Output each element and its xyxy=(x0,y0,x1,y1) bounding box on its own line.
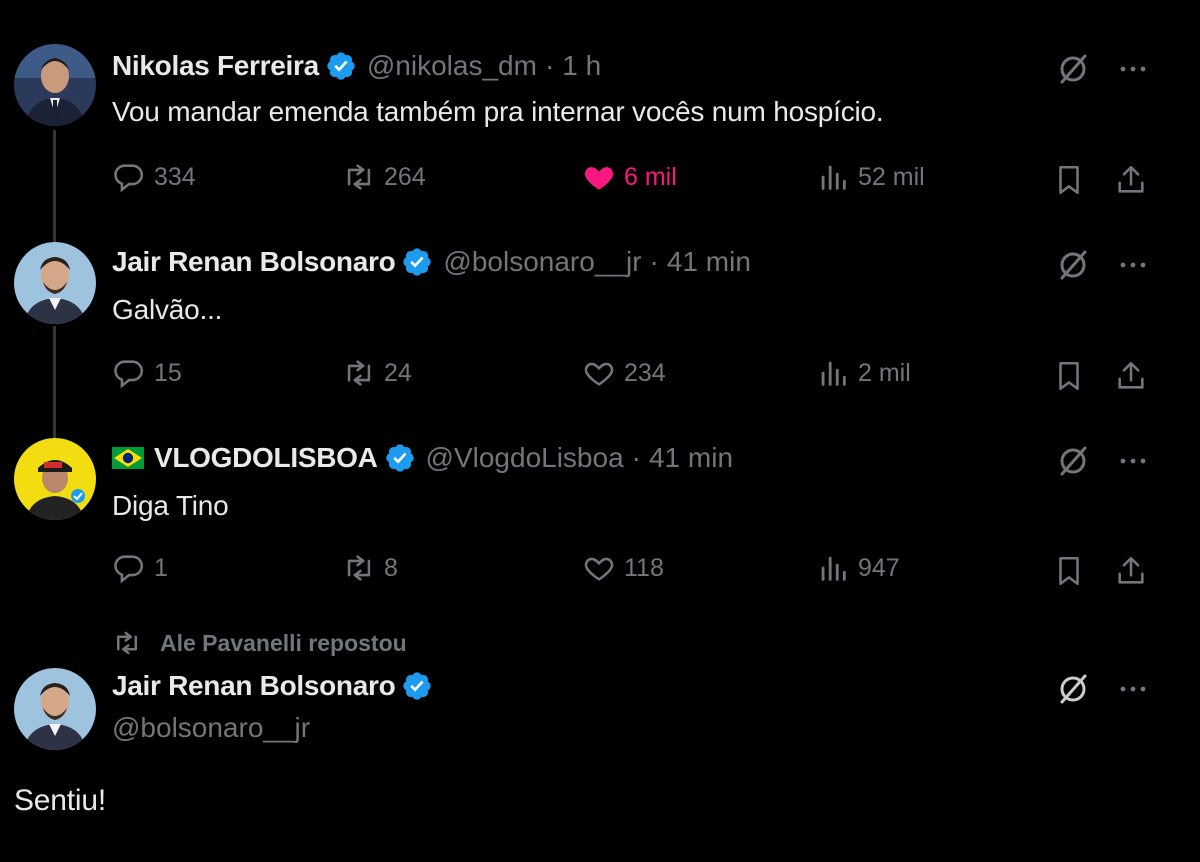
brazil-flag-icon xyxy=(112,447,144,469)
like-count: 118 xyxy=(624,553,664,582)
tweet-header: VLOGDOLISBOA @VlogdoLisboa · 41 min xyxy=(112,442,733,474)
share-icon[interactable] xyxy=(1114,163,1148,197)
repost-count: 8 xyxy=(384,553,398,582)
views-icon xyxy=(821,361,846,386)
like-button[interactable]: 234 xyxy=(582,356,666,390)
reply-button[interactable]: 1 xyxy=(112,551,168,585)
repost-icon xyxy=(117,631,137,655)
verified-icon xyxy=(403,248,432,276)
thread-line xyxy=(53,326,56,444)
like-icon xyxy=(584,167,614,190)
verified-icon xyxy=(385,444,414,472)
tweet-actions: 1 8 118 947 xyxy=(112,551,1152,591)
tweet-top-icons xyxy=(1056,444,1150,478)
share-icon[interactable] xyxy=(1114,359,1148,393)
repost-button[interactable]: 8 xyxy=(342,551,398,585)
like-icon xyxy=(584,362,614,386)
more-icon[interactable] xyxy=(1116,248,1150,282)
grok-icon[interactable] xyxy=(1056,444,1090,478)
tweet-header: Nikolas Ferreira @nikolas_dm · 1 h xyxy=(112,50,601,82)
main-tweet[interactable]: Jair Renan Bolsonaro @bolsonaro__jr Sent… xyxy=(0,0,1200,817)
repost-icon xyxy=(347,360,371,386)
avatar[interactable] xyxy=(14,44,96,126)
separator: · xyxy=(649,246,659,277)
repost-button[interactable]: 264 xyxy=(342,160,426,194)
views-button[interactable]: 2 mil xyxy=(816,356,911,390)
avatar[interactable] xyxy=(14,438,96,520)
tweet-text: Sentiu! xyxy=(14,784,106,817)
reply-count: 15 xyxy=(154,358,182,387)
repost-count: 24 xyxy=(384,358,412,387)
like-icon xyxy=(584,557,614,581)
timestamp[interactable]: 41 min xyxy=(667,246,751,278)
like-count: 6 mil xyxy=(624,162,677,191)
tweet-text: Vou mandar emenda também pra internar vo… xyxy=(112,96,884,127)
tweet-1[interactable]: Nikolas Ferreira @nikolas_dm · 1 h Vou m… xyxy=(0,0,1200,220)
views-count: 947 xyxy=(858,553,900,582)
views-count: 2 mil xyxy=(858,358,911,387)
more-icon[interactable] xyxy=(1116,672,1150,706)
tweet-top-icons xyxy=(1056,672,1150,706)
share-icon[interactable] xyxy=(1114,554,1148,588)
author-handle[interactable]: @bolsonaro__jr xyxy=(443,246,641,278)
bookmark-icon[interactable] xyxy=(1052,163,1086,197)
bookmark-icon[interactable] xyxy=(1052,554,1086,588)
separator: · xyxy=(544,50,555,81)
reply-button[interactable]: 15 xyxy=(112,356,182,390)
tweet-text: Galvão... xyxy=(112,294,223,325)
verified-icon xyxy=(327,52,355,80)
tweet-top-icons xyxy=(1056,248,1150,282)
tweet-actions: 334 264 6 mil 52 mil xyxy=(112,160,1152,200)
reply-icon xyxy=(114,555,144,584)
author-name[interactable]: Jair Renan Bolsonaro xyxy=(112,246,396,278)
timestamp[interactable]: 41 min xyxy=(649,442,733,474)
views-count: 52 mil xyxy=(858,162,925,191)
views-icon xyxy=(821,556,846,581)
avatar[interactable] xyxy=(14,668,96,750)
repost-note-text: Ale Pavanelli repostou xyxy=(160,629,407,656)
reply-icon xyxy=(114,360,144,389)
views-button[interactable]: 52 mil xyxy=(816,160,925,194)
verified-icon xyxy=(403,672,432,700)
like-button[interactable]: 6 mil xyxy=(582,160,677,194)
tweet-top-icons xyxy=(1056,52,1150,86)
author-name[interactable]: VLOGDOLISBOA xyxy=(154,442,378,474)
views-icon xyxy=(821,165,846,190)
author-handle[interactable]: @VlogdoLisboa xyxy=(426,442,624,474)
author-name[interactable]: Nikolas Ferreira xyxy=(112,50,319,82)
tweet-header: Jair Renan Bolsonaro xyxy=(112,670,443,702)
timestamp[interactable]: 1 h xyxy=(562,50,601,82)
like-button[interactable]: 118 xyxy=(582,551,664,585)
author-handle[interactable]: @nikolas_dm xyxy=(367,50,537,82)
author-name[interactable]: Jair Renan Bolsonaro xyxy=(112,670,396,702)
reply-button[interactable]: 334 xyxy=(112,160,196,194)
grok-icon[interactable] xyxy=(1056,248,1090,282)
tweet-actions: 15 24 234 2 mil xyxy=(112,356,1152,396)
reply-count: 1 xyxy=(154,553,168,582)
grok-icon[interactable] xyxy=(1056,672,1090,706)
like-count: 234 xyxy=(624,358,666,387)
repost-count: 264 xyxy=(384,162,426,191)
author-handle[interactable]: @bolsonaro__jr xyxy=(112,712,310,744)
repost-note[interactable]: Ale Pavanelli repostou xyxy=(112,628,407,658)
views-button[interactable]: 947 xyxy=(816,551,900,585)
separator: · xyxy=(631,442,641,473)
reply-icon xyxy=(114,164,144,193)
main-tweet-handle-row: @bolsonaro__jr xyxy=(112,712,310,744)
repost-icon xyxy=(347,164,371,190)
tweet-header: Jair Renan Bolsonaro @bolsonaro__jr · 41… xyxy=(112,246,751,278)
more-icon[interactable] xyxy=(1116,52,1150,86)
repost-button[interactable]: 24 xyxy=(342,356,412,390)
bookmark-icon[interactable] xyxy=(1052,359,1086,393)
more-icon[interactable] xyxy=(1116,444,1150,478)
avatar[interactable] xyxy=(14,242,96,324)
reply-count: 334 xyxy=(154,162,196,191)
grok-icon[interactable] xyxy=(1056,52,1090,86)
tweet-text: Diga Tino xyxy=(112,490,229,521)
repost-icon xyxy=(347,555,371,581)
